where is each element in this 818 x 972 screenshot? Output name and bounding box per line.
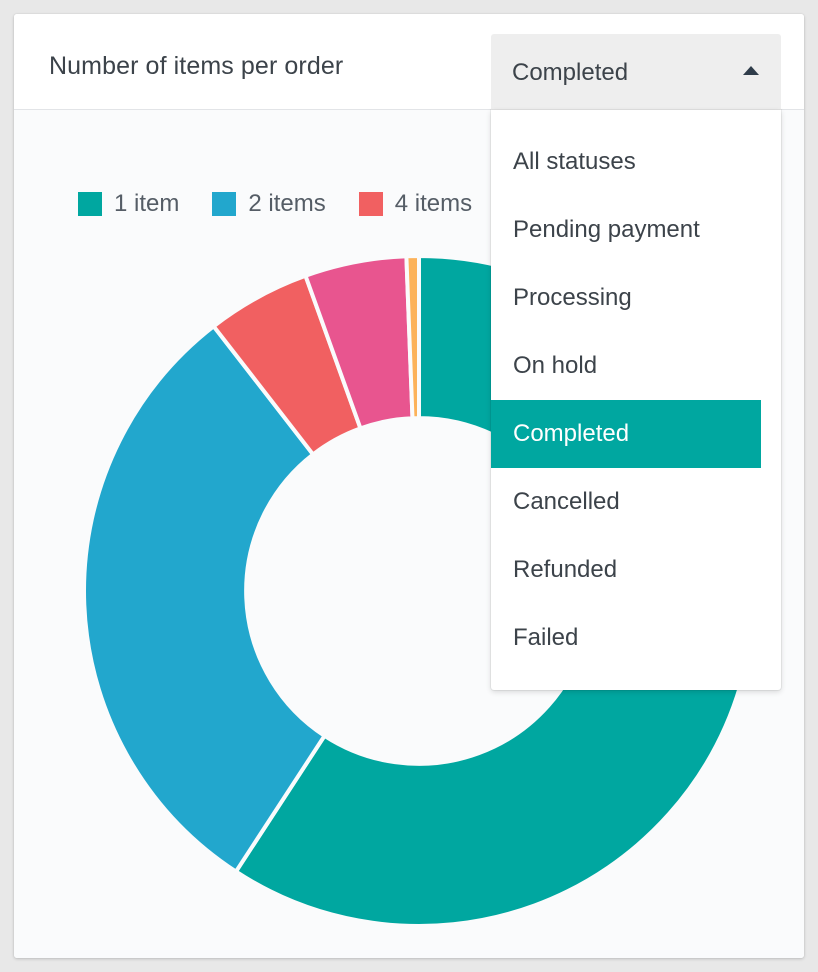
- status-filter-toggle[interactable]: Completed: [491, 34, 781, 110]
- chevron-up-icon: [743, 66, 759, 75]
- status-option-pending-payment[interactable]: Pending payment: [491, 196, 781, 264]
- status-option-failed[interactable]: Failed: [491, 604, 781, 672]
- status-option-all-statuses[interactable]: All statuses: [491, 128, 781, 196]
- status-filter-dropdown[interactable]: Completed All statusesPending paymentPro…: [491, 34, 781, 110]
- status-filter-menu[interactable]: All statusesPending paymentProcessingOn …: [491, 110, 781, 690]
- status-option-on-hold[interactable]: On hold: [491, 332, 781, 400]
- status-option-completed[interactable]: Completed: [491, 400, 761, 468]
- items-per-order-card: Number of items per order 1 item2 items4…: [14, 14, 804, 958]
- status-option-refunded[interactable]: Refunded: [491, 536, 781, 604]
- status-option-cancelled[interactable]: Cancelled: [491, 468, 781, 536]
- page-title: Number of items per order: [49, 52, 343, 80]
- status-option-processing[interactable]: Processing: [491, 264, 781, 332]
- status-filter-selected-label: Completed: [512, 60, 628, 86]
